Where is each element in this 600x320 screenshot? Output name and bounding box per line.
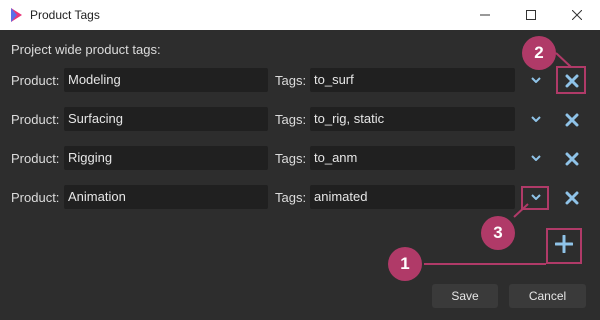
callout-leader-lines	[424, 52, 572, 265]
callout-badge-3: 3	[481, 216, 515, 250]
add-highlight-box	[546, 228, 582, 264]
dropdown-highlight-box	[521, 186, 549, 210]
callout-badge-1: 1	[388, 247, 422, 281]
delete-highlight-box	[556, 66, 586, 94]
callout-badge-2: 2	[522, 36, 556, 70]
